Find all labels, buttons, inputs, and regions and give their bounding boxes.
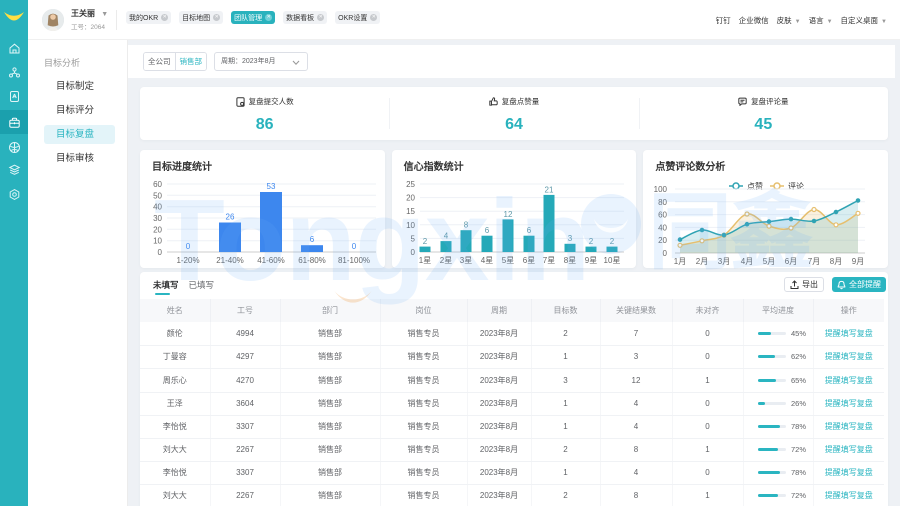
svg-text:9月: 9月 (852, 257, 864, 266)
svg-text:2: 2 (588, 237, 593, 246)
svg-text:0: 0 (186, 242, 191, 251)
svg-text:9星: 9星 (584, 256, 596, 265)
svg-text:2月: 2月 (696, 257, 708, 266)
svg-text:6: 6 (526, 226, 531, 235)
svg-text:50: 50 (153, 191, 162, 200)
svg-text:5星: 5星 (501, 256, 513, 265)
svg-text:8月: 8月 (830, 257, 842, 266)
svg-text:6月: 6月 (785, 257, 797, 266)
svg-text:30: 30 (153, 214, 162, 223)
svg-text:3月: 3月 (718, 257, 730, 266)
svg-text:60: 60 (658, 211, 667, 220)
svg-text:0: 0 (158, 248, 163, 257)
svg-text:1月: 1月 (674, 257, 686, 266)
svg-text:53: 53 (267, 182, 276, 191)
svg-text:1星: 1星 (418, 256, 430, 265)
svg-text:7星: 7星 (542, 256, 554, 265)
svg-text:80: 80 (658, 198, 667, 207)
svg-text:61-80%: 61-80% (298, 256, 326, 265)
svg-text:2星: 2星 (439, 256, 451, 265)
svg-text:20: 20 (658, 236, 667, 245)
svg-text:20: 20 (153, 225, 162, 234)
svg-text:41-60%: 41-60% (257, 256, 285, 265)
svg-text:15: 15 (406, 207, 415, 216)
svg-text:4月: 4月 (741, 257, 753, 266)
svg-text:6: 6 (484, 226, 489, 235)
svg-text:100: 100 (654, 185, 668, 194)
svg-text:40: 40 (658, 223, 667, 232)
svg-text:6星: 6星 (522, 256, 534, 265)
svg-text:10星: 10星 (603, 256, 620, 265)
svg-text:26: 26 (226, 213, 235, 222)
svg-text:4星: 4星 (480, 256, 492, 265)
svg-text:10: 10 (406, 221, 415, 230)
svg-text:0: 0 (410, 248, 415, 257)
svg-text:4: 4 (443, 232, 448, 241)
svg-text:6: 6 (310, 235, 315, 244)
svg-text:12: 12 (503, 210, 512, 219)
svg-text:25: 25 (406, 180, 415, 189)
svg-text:60: 60 (153, 180, 162, 189)
svg-text:3: 3 (567, 234, 572, 243)
svg-text:2: 2 (609, 237, 614, 246)
svg-text:8星: 8星 (563, 256, 575, 265)
svg-text:2: 2 (422, 237, 427, 246)
svg-text:10: 10 (153, 237, 162, 246)
svg-text:5: 5 (410, 234, 415, 243)
svg-text:3星: 3星 (459, 256, 471, 265)
svg-text:81-100%: 81-100% (338, 256, 370, 265)
svg-text:7月: 7月 (808, 257, 820, 266)
svg-text:0: 0 (663, 249, 668, 258)
svg-text:5月: 5月 (763, 257, 775, 266)
svg-text:21: 21 (544, 185, 553, 194)
svg-text:8: 8 (463, 221, 468, 230)
svg-text:40: 40 (153, 203, 162, 212)
svg-text:0: 0 (352, 242, 357, 251)
svg-text:20: 20 (406, 194, 415, 203)
svg-text:21-40%: 21-40% (216, 256, 244, 265)
svg-text:1-20%: 1-20% (176, 256, 199, 265)
